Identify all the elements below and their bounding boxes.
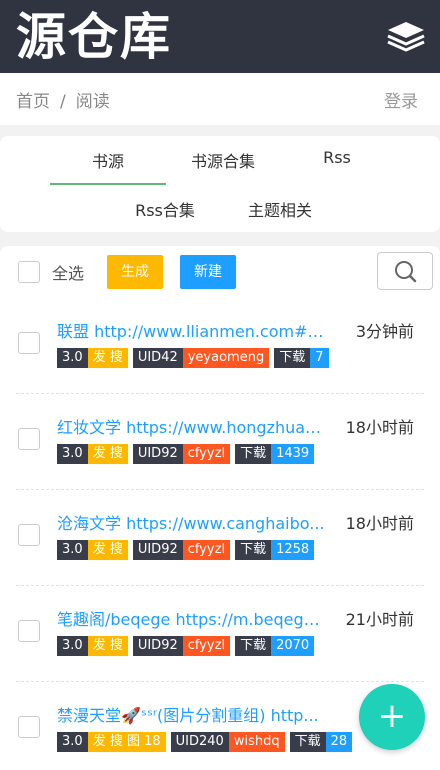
generate-button[interactable]: 生成 [107,255,163,289]
download-count-badge: 28 [325,732,353,752]
breadcrumb-current: 阅读 [75,92,110,112]
item-checkbox[interactable] [18,620,40,642]
item-time: 18小时前 [345,418,414,437]
app-header: 源仓库 [0,0,440,73]
item-name-link[interactable]: 沧海文学 https://www.canghaibo... [57,510,327,534]
item-badges: 3.0 发 搜 UID92 cfyyzl 下载 2070 [57,636,319,656]
version-badge: 3.0 [57,444,88,464]
plus-icon: + [377,696,407,736]
search-icon [395,261,417,283]
version-badge: 3.0 [57,348,88,368]
item-checkbox[interactable] [18,716,40,738]
download-count-badge: 1439 [271,444,315,464]
item-checkbox[interactable] [18,524,40,546]
item-badges: 3.0 发 搜 UID42 yeyaomeng 下载 7 [57,348,334,368]
download-label-badge[interactable]: 下载 [235,636,272,656]
new-button[interactable]: 新建 [180,255,236,289]
uid-badge: UID42 [132,348,183,368]
search-button[interactable] [377,252,433,290]
tab-bar: 书源 书源合集 Rss Rss合集 主题相关 [0,136,440,232]
item-checkbox[interactable] [18,428,40,450]
version-badge: 3.0 [57,540,88,560]
tab-active-indicator [50,183,166,185]
breadcrumb-separator: / [60,92,66,112]
item-badges: 3.0 发 搜 UID92 cfyyzl 下载 1258 [57,540,319,560]
download-count-badge: 7 [310,348,329,368]
download-label-badge[interactable]: 下载 [289,732,326,752]
tags-badge: 发 搜 [87,636,128,656]
user-badge[interactable]: cfyyzl [182,636,231,656]
version-badge: 3.0 [57,636,88,656]
item-name-link[interactable]: 红妆文学 https://www.hongzhuan... [57,414,327,438]
download-label-badge[interactable]: 下载 [274,348,311,368]
login-link[interactable]: 登录 [384,87,418,112]
uid-badge: UID240 [170,732,229,752]
item-time: 3分钟前 [355,322,414,341]
tab-rss-collection[interactable]: Rss合集 [120,197,210,221]
breadcrumb-bar: 首页 / 阅读 登录 [0,73,440,125]
item-badges: 3.0 发 搜 图 18 UID240 wishdq 下载 28 [57,732,357,752]
tags-badge: 发 搜 [87,348,128,368]
version-badge: 3.0 [57,732,88,752]
tab-rss[interactable]: Rss [300,148,374,167]
download-count-badge: 1258 [271,540,315,560]
item-badges: 3.0 发 搜 UID92 cfyyzl 下载 1439 [57,444,319,464]
app-title: 源仓库 [16,8,172,66]
tags-badge: 发 搜 [87,540,128,560]
download-label-badge[interactable]: 下载 [235,540,272,560]
select-all-checkbox[interactable] [18,261,40,283]
list-item: 联盟 http://www.llianmen.com##... 3分钟前 3.0… [0,298,440,394]
item-time: 18小时前 [345,514,414,533]
download-count-badge: 2070 [271,636,315,656]
user-badge[interactable]: wishdq [228,732,285,752]
select-all-label: 全选 [52,264,85,283]
uid-badge: UID92 [132,540,183,560]
item-name-link[interactable]: 禁漫天堂🚀ˢˢʳ(图片分割重组) http... [57,702,327,726]
user-badge[interactable]: cfyyzl [182,540,231,560]
uid-badge: UID92 [132,444,183,464]
tab-theme[interactable]: 主题相关 [234,197,326,221]
layers-icon[interactable] [386,20,426,56]
list-item: 红妆文学 https://www.hongzhuan... 18小时前 3.0 发… [0,394,440,490]
add-fab-button[interactable]: + [359,684,425,750]
tags-badge: 发 搜 图 18 [87,732,166,752]
tab-book-source[interactable]: 书源 [50,148,166,172]
tab-book-source-collection[interactable]: 书源合集 [176,148,270,172]
uid-badge: UID92 [132,636,183,656]
list-item: 沧海文学 https://www.canghaibo... 18小时前 3.0 发… [0,490,440,586]
item-name-link[interactable]: 联盟 http://www.llianmen.com##... [57,318,327,342]
breadcrumb-home[interactable]: 首页 [16,92,50,112]
list-toolbar: 全选 生成 新建 [0,246,440,298]
download-label-badge[interactable]: 下载 [235,444,272,464]
user-badge[interactable]: yeyaomeng [182,348,270,368]
tags-badge: 发 搜 [87,444,128,464]
list-item: 笔趣阁/beqege https://m.beqege.... 21小时前 3.… [0,586,440,682]
item-time: 21小时前 [345,610,414,629]
item-checkbox[interactable] [18,332,40,354]
user-badge[interactable]: cfyyzl [182,444,231,464]
breadcrumb: 首页 / 阅读 [16,87,110,112]
item-name-link[interactable]: 笔趣阁/beqege https://m.beqege.... [57,606,327,630]
